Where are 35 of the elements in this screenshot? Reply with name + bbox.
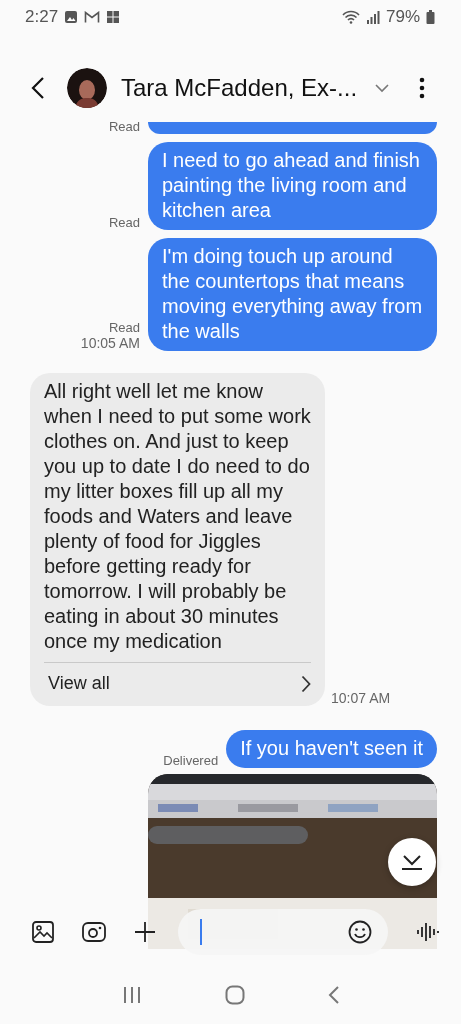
- battery-icon: [426, 10, 435, 24]
- delivery-status: Read: [108, 215, 140, 230]
- read-status: Read: [108, 119, 140, 134]
- grid-icon: [106, 10, 121, 24]
- mail-icon: [84, 10, 101, 24]
- chevron-down-icon: [401, 853, 423, 871]
- sent-message: If you haven't seen it: [226, 730, 437, 768]
- home-icon[interactable]: [224, 985, 245, 1005]
- back-icon[interactable]: [31, 76, 45, 100]
- contact-avatar[interactable]: [67, 68, 107, 108]
- emoji-icon[interactable]: [348, 920, 372, 944]
- recent-apps-icon[interactable]: [121, 986, 142, 1004]
- signal-icon: [365, 10, 380, 24]
- voice-icon[interactable]: [416, 921, 440, 943]
- contact-name[interactable]: Tara McFadden, Ex-...: [121, 74, 358, 102]
- chevron-down-icon[interactable]: [375, 83, 390, 93]
- received-message: All right well let me know when I need to put some work clothes on. And just to keep you up to date I do need to do my litter boxes fill up all my foods and Waters and leave plenty of food for Jiggles before getting ready for tomorrow. I will probably be eating in about 30 minutes once my medication: [44, 379, 311, 654]
- delivery-status: Delivered: [163, 753, 219, 768]
- more-options-icon[interactable]: [419, 77, 426, 99]
- view-all-link[interactable]: View all: [44, 662, 311, 700]
- message-input[interactable]: [178, 909, 388, 955]
- status-time: 2:27: [25, 7, 59, 27]
- wifi-icon: [341, 10, 360, 24]
- sent-message: I need to go ahead and finish painting the living room and kitchen area: [148, 142, 437, 230]
- chevron-right-icon: [301, 674, 311, 693]
- back-nav-icon[interactable]: [327, 985, 340, 1005]
- camera-icon[interactable]: [82, 922, 106, 942]
- gallery-icon[interactable]: [32, 921, 54, 943]
- plus-icon[interactable]: [134, 921, 156, 943]
- battery-percent: 79%: [385, 7, 420, 27]
- message-time: 10:07 AM: [331, 690, 391, 706]
- delivery-status: Read: [108, 320, 140, 335]
- message-time: 10:05 AM: [80, 335, 140, 351]
- image-icon: [64, 10, 79, 24]
- sent-message: I'm doing touch up around the countertops that means moving everything away from the walls: [148, 238, 437, 351]
